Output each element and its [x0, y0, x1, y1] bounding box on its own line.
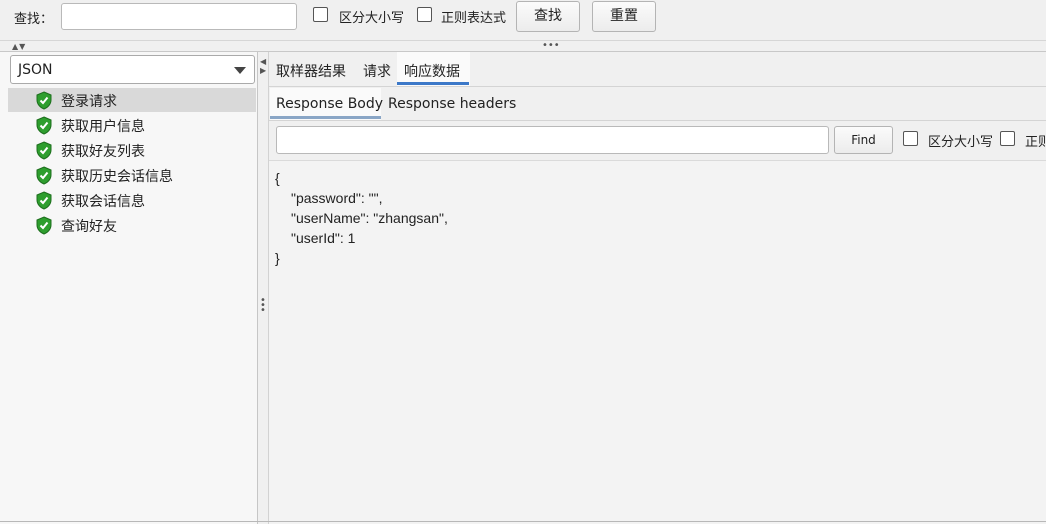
tree-item[interactable]: 查询好友 [8, 213, 256, 237]
active-subtab-indicator [270, 116, 381, 119]
collapse-arrows-icon[interactable]: ▲▼ [12, 42, 26, 51]
json-line: "userName": "zhangsan", [291, 210, 448, 226]
chevron-down-icon [234, 67, 246, 74]
tab-response-body-label: Response Body [276, 96, 384, 112]
tab-response-body[interactable]: Response Body [270, 88, 384, 120]
tree-item-label: 获取历史会话信息 [61, 169, 173, 185]
reset-button[interactable]: 重置 [592, 1, 656, 32]
case-sensitive-checkbox[interactable] [313, 7, 328, 22]
tab-response-headers[interactable]: Response headers [388, 96, 516, 112]
tab-divider [269, 86, 1046, 87]
tab-sampler-result[interactable]: 取样器结果 [276, 61, 346, 81]
response-regex-label: 正则 [1025, 135, 1046, 150]
splitter-grip-icon[interactable]: ••• [542, 40, 560, 51]
success-shield-icon [36, 91, 52, 110]
search-label: 查找： [14, 12, 54, 27]
tree-item-label: 查询好友 [61, 219, 117, 235]
tree-item-label: 获取用户信息 [61, 119, 145, 135]
success-shield-icon [36, 116, 52, 135]
response-search-input[interactable] [276, 126, 829, 154]
tree-item[interactable]: 登录请求 [8, 88, 256, 112]
response-case-sensitive-checkbox[interactable] [903, 131, 918, 146]
success-shield-icon [36, 191, 52, 210]
renderer-select[interactable]: JSON [10, 55, 255, 84]
json-line: { [275, 170, 280, 186]
regex-label: 正则表达式 [441, 11, 507, 26]
json-line: "password": "", [291, 190, 383, 206]
tree-item[interactable]: 获取用户信息 [8, 113, 256, 137]
bottom-border [0, 521, 1046, 522]
json-line: "userId": 1 [291, 230, 356, 246]
subtab-divider [269, 120, 1046, 121]
tree-item-label: 获取好友列表 [61, 144, 145, 160]
search-input[interactable] [61, 3, 297, 30]
tree-item[interactable]: 获取历史会话信息 [8, 163, 256, 187]
vertical-splitter[interactable] [257, 52, 258, 524]
success-shield-icon [36, 166, 52, 185]
tab-request[interactable]: 请求 [363, 61, 391, 81]
tab-response-data[interactable]: 响应数据 [397, 52, 470, 86]
renderer-select-value: JSON [18, 62, 53, 78]
tree-item-label: 获取会话信息 [61, 194, 145, 210]
tree-item[interactable]: 获取好友列表 [8, 138, 256, 162]
tree-item[interactable]: 获取会话信息 [8, 188, 256, 212]
splitter-grip-icon[interactable]: ••• [260, 296, 266, 316]
json-line: } [275, 250, 280, 266]
success-shield-icon [36, 141, 52, 160]
regex-checkbox[interactable] [417, 7, 432, 22]
tab-response-data-label: 响应数据 [404, 64, 460, 80]
case-sensitive-label: 区分大小写 [339, 11, 405, 26]
response-case-sensitive-label: 区分大小写 [928, 135, 994, 150]
top-divider [0, 40, 1046, 41]
tree-item-label: 登录请求 [61, 94, 117, 110]
active-tab-indicator [397, 82, 469, 85]
find-button[interactable]: 查找 [516, 1, 580, 32]
success-shield-icon [36, 216, 52, 235]
response-body-text[interactable]: { "password": "", "userName": "zhangsan"… [269, 161, 1046, 524]
find-text-button[interactable]: Find [834, 126, 893, 154]
response-regex-checkbox[interactable] [1000, 131, 1015, 146]
expand-arrows-icon[interactable]: ◀ ▶ [260, 57, 266, 75]
